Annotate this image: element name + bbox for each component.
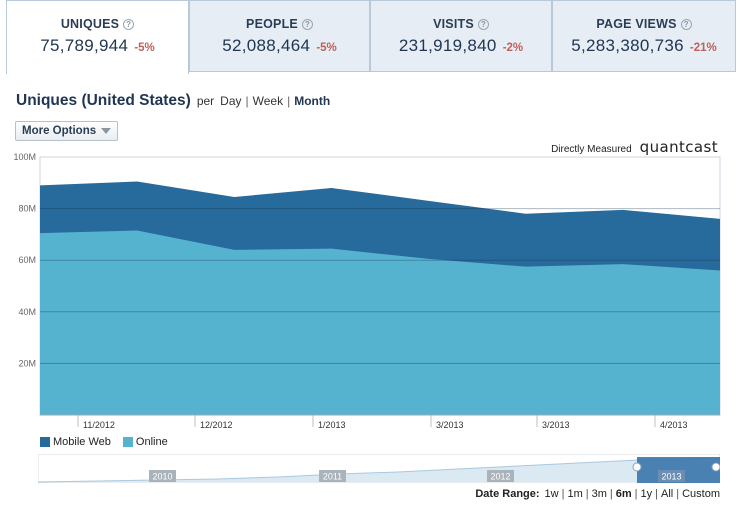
legend-label: Online — [135, 436, 168, 448]
y-tick-label: 40M — [18, 307, 36, 317]
range-all[interactable]: All — [661, 488, 673, 500]
y-tick-label: 60M — [18, 255, 36, 265]
metric-value: 52,088,464 — [222, 36, 311, 55]
help-icon[interactable]: ? — [477, 18, 489, 30]
metric-delta: -21% — [689, 42, 717, 54]
tab-label: PAGE VIEWS — [596, 17, 677, 31]
divider: | — [634, 488, 638, 500]
more-options-label: More Options — [22, 125, 97, 137]
range-3m[interactable]: 3m — [592, 488, 607, 500]
x-tick-label: 3/2013 — [542, 420, 570, 430]
date-range-selector: Date Range: 1w | 1m | 3m | 6m | 1y | All… — [475, 488, 720, 500]
metric-delta: -2% — [502, 42, 524, 54]
legend-swatch — [122, 437, 133, 447]
divider: | — [676, 488, 680, 500]
per-label: per — [196, 94, 215, 108]
tab-label: PEOPLE — [246, 17, 298, 31]
help-icon[interactable]: ? — [123, 18, 135, 30]
period-month[interactable]: Month — [294, 94, 330, 108]
legend-label: Mobile Web — [53, 436, 111, 448]
legend-swatch — [40, 437, 50, 447]
x-tick-label: 3/2013 — [436, 420, 464, 430]
tab-page-views[interactable]: PAGE VIEWS ? 5,283,380,736 -21% — [552, 0, 736, 72]
metric-tabs: UNIQUES ? 75,789,944 -5% PEOPLE ? 52,088… — [0, 0, 740, 74]
x-tick-label: 4/2013 — [660, 420, 688, 430]
metric-delta: -5% — [316, 42, 337, 54]
period-day[interactable]: Day — [220, 94, 241, 108]
divider: | — [561, 488, 565, 500]
navigator-year-2011: 2011 — [319, 470, 346, 482]
range-1m[interactable]: 1m — [567, 488, 582, 500]
x-tick-label: 11/2012 — [83, 420, 115, 430]
legend-item-online[interactable]: Online — [122, 436, 168, 448]
y-tick-label: 20M — [18, 358, 36, 368]
divider: | — [287, 94, 291, 108]
range-6m[interactable]: 6m — [616, 488, 632, 500]
divider: | — [655, 488, 658, 500]
x-tick-label: 1/2013 — [318, 420, 346, 430]
y-tick-label: 80M — [18, 204, 36, 214]
date-range-label: Date Range: — [475, 488, 540, 500]
navigator-year-label: 2013 — [661, 472, 681, 482]
navigator-year-2012: 2012 — [487, 470, 514, 482]
navigator-year-label: 2010 — [152, 472, 172, 482]
y-tick-label: 100M — [13, 152, 36, 162]
navigator-year-label: 2011 — [323, 472, 342, 482]
chart-svg: 100M 80M 60M 40M 20M 11/2012 12/2012 1/2013 3/20… — [13, 152, 721, 430]
tab-uniques[interactable]: UNIQUES ? 75,789,944 -5% — [6, 0, 189, 74]
tab-people[interactable]: PEOPLE ? 52,088,464 -5% — [189, 0, 370, 72]
metric-delta: -5% — [134, 42, 155, 54]
chart-header: Uniques (United States) per Day | Week |… — [16, 92, 330, 110]
legend-item-mobile-web[interactable]: Mobile Web — [40, 436, 111, 448]
range-1y[interactable]: 1y — [641, 488, 653, 500]
help-icon[interactable]: ? — [680, 18, 692, 30]
divider: | — [245, 94, 249, 108]
tab-title: UNIQUES ? — [7, 17, 188, 31]
chevron-down-icon — [101, 128, 112, 134]
x-tick-label: 12/2012 — [200, 420, 233, 430]
navigator-year-2013: 2013 — [658, 470, 685, 482]
timeline-navigator[interactable]: 2010 2011 2012 2013 — [37, 453, 721, 484]
range-custom[interactable]: Custom — [682, 488, 720, 500]
divider: | — [609, 488, 613, 500]
tab-label: UNIQUES — [60, 17, 120, 31]
navigator-left-handle[interactable] — [632, 462, 642, 472]
metric-value: 5,283,380,736 — [571, 36, 684, 55]
metric-value: 75,789,944 — [40, 36, 129, 55]
navigator-right-handle[interactable] — [711, 462, 721, 472]
help-icon[interactable]: ? — [301, 18, 313, 30]
period-week[interactable]: Week — [253, 94, 283, 108]
range-1w[interactable]: 1w — [545, 488, 559, 500]
more-options-button[interactable]: More Options — [15, 121, 119, 141]
navigator-year-2010: 2010 — [149, 470, 176, 482]
chart-legend: Mobile Web Online — [40, 436, 168, 448]
uniques-chart[interactable]: 100M 80M 60M 40M 20M 11/2012 12/2012 1/2013 3/20… — [0, 150, 740, 430]
tab-visits[interactable]: VISITS ? 231,919,840 -2% — [370, 0, 552, 72]
chart-title: Uniques (United States) — [16, 92, 191, 109]
tab-label: VISITS — [433, 17, 474, 31]
metric-value: 231,919,840 — [398, 36, 497, 55]
divider: | — [585, 488, 589, 500]
navigator-year-label: 2012 — [490, 472, 510, 482]
